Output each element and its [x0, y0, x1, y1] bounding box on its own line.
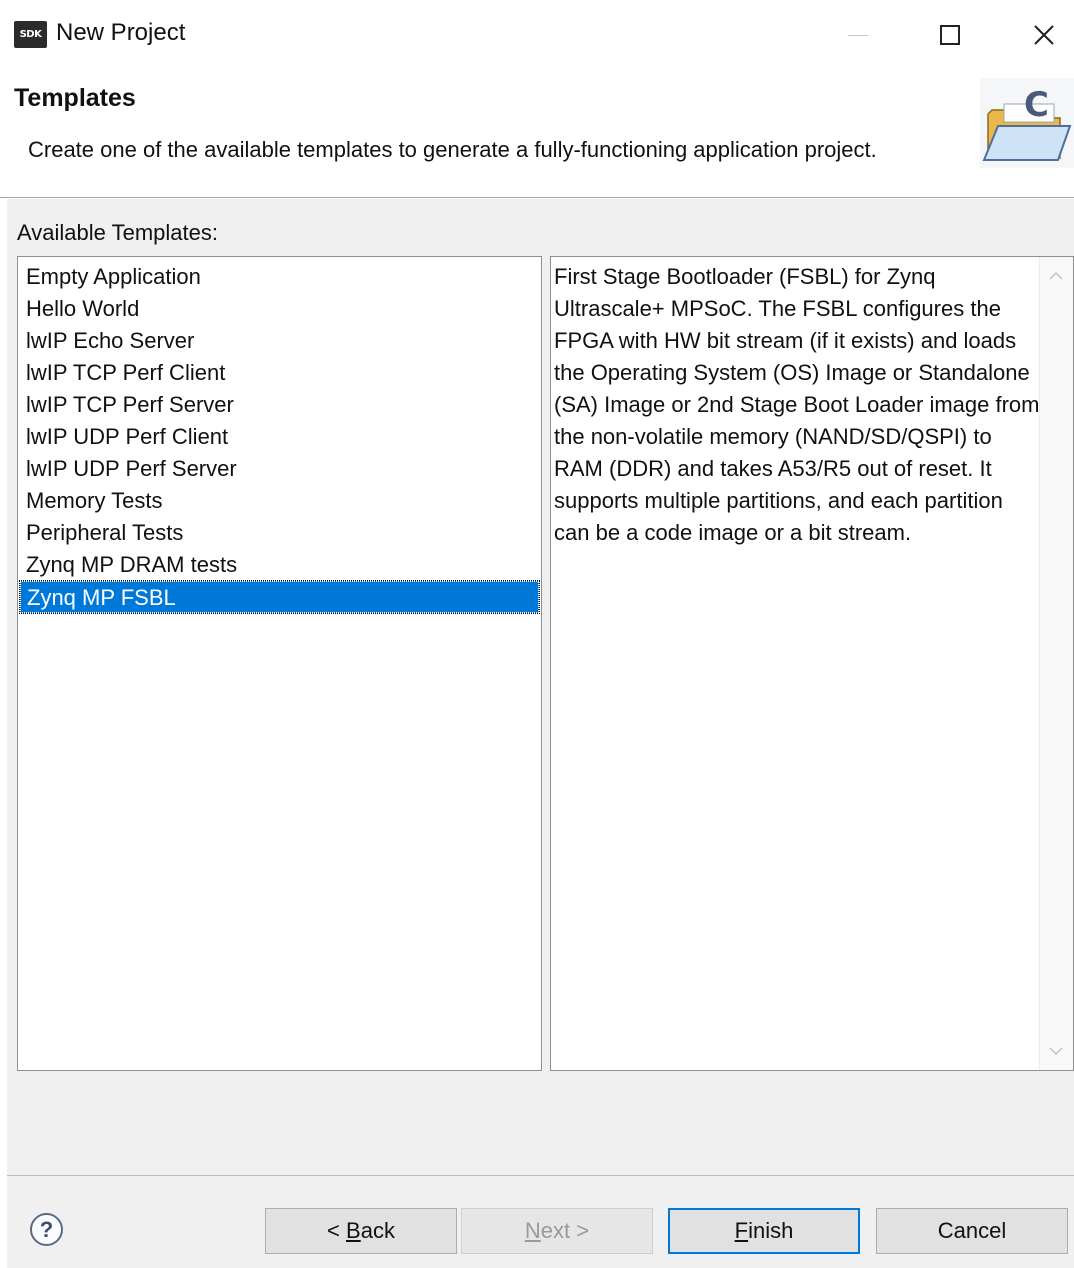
- maximize-button[interactable]: [920, 10, 980, 60]
- template-list-item[interactable]: lwIP UDP Perf Client: [20, 421, 539, 453]
- scroll-up-icon[interactable]: [1039, 259, 1073, 293]
- back-button-mnemonic: B: [346, 1218, 361, 1243]
- finish-button-label: inish: [748, 1218, 794, 1243]
- template-list-item[interactable]: lwIP TCP Perf Client: [20, 357, 539, 389]
- template-description-text: First Stage Bootloader (FSBL) for Zynq U…: [554, 264, 1040, 545]
- sdk-app-icon: SDK: [14, 21, 47, 48]
- footer-separator: [7, 1175, 1074, 1176]
- page-title: Templates: [14, 84, 136, 112]
- new-project-folder-icon: C: [980, 78, 1074, 168]
- template-list-item[interactable]: Hello World: [20, 293, 539, 325]
- available-templates-label: Available Templates:: [17, 220, 218, 245]
- template-list-item[interactable]: Empty Application: [20, 261, 539, 293]
- close-icon: [1034, 25, 1054, 45]
- templates-list-items: Empty Application Hello World lwIP Echo Se…: [18, 257, 541, 614]
- minimize-button[interactable]: [828, 10, 888, 60]
- template-list-item[interactable]: lwIP UDP Perf Server: [20, 453, 539, 485]
- template-list-item[interactable]: lwIP TCP Perf Server: [20, 389, 539, 421]
- template-list-item[interactable]: Zynq MP DRAM tests: [20, 549, 539, 581]
- scroll-down-icon[interactable]: [1039, 1034, 1073, 1068]
- back-button-prefix: <: [327, 1218, 347, 1243]
- back-button-label: ack: [360, 1218, 395, 1243]
- page-description: Create one of the available templates to…: [28, 137, 877, 162]
- template-list-item[interactable]: Memory Tests: [20, 485, 539, 517]
- finish-button[interactable]: Finish: [668, 1208, 860, 1254]
- minimize-icon: [848, 34, 868, 36]
- back-button[interactable]: < Back: [265, 1208, 457, 1254]
- next-button-label: ext >: [540, 1218, 590, 1243]
- template-list-item[interactable]: Zynq MP FSBL: [19, 580, 540, 614]
- help-icon[interactable]: ?: [30, 1213, 63, 1246]
- cancel-button[interactable]: Cancel: [876, 1208, 1068, 1254]
- template-list-item[interactable]: lwIP Echo Server: [20, 325, 539, 357]
- title-bar: SDK New Project: [0, 0, 1074, 70]
- close-button[interactable]: [1014, 10, 1074, 60]
- template-list-item[interactable]: Peripheral Tests: [20, 517, 539, 549]
- finish-button-mnemonic: F: [734, 1218, 749, 1243]
- templates-list[interactable]: Empty Application Hello World lwIP Echo Se…: [17, 256, 542, 1071]
- window-title: New Project: [56, 19, 186, 46]
- wizard-header: Templates Create one of the available te…: [0, 70, 1074, 198]
- template-description-panel: First Stage Bootloader (FSBL) for Zynq U…: [550, 256, 1074, 1071]
- svg-text:C: C: [1024, 85, 1049, 125]
- description-scrollbar[interactable]: [1039, 257, 1073, 1070]
- next-button-mnemonic: N: [524, 1218, 541, 1243]
- maximize-icon: [940, 25, 960, 45]
- next-button[interactable]: Next >: [461, 1208, 653, 1254]
